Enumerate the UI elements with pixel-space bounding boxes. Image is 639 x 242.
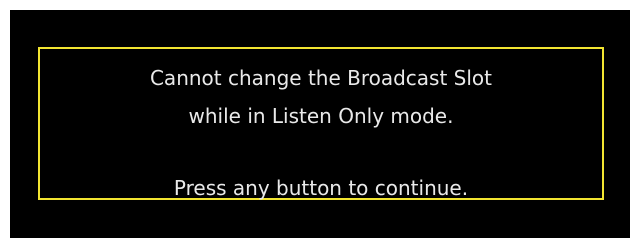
device-screen: Cannot change the Broadcast Slot while i… [10,10,630,238]
message-line-2: while in Listen Only mode. [188,104,454,128]
continue-prompt: Press any button to continue. [173,176,469,200]
message-line-1: Cannot change the Broadcast Slot [149,66,493,90]
message-dialog[interactable]: Cannot change the Broadcast Slot while i… [38,47,604,200]
